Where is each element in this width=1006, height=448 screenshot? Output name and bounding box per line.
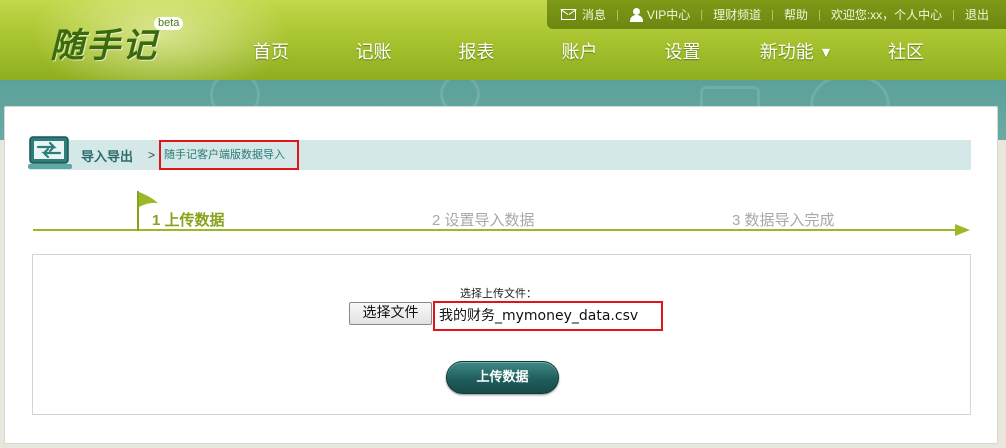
nav-reports[interactable]: 报表: [425, 36, 528, 70]
nav-bookkeeping[interactable]: 记账: [322, 36, 425, 70]
divider: |: [952, 8, 956, 21]
choose-file-button[interactable]: 选择文件: [349, 302, 432, 325]
nav-home[interactable]: 首页: [220, 36, 322, 70]
step-upload: 1 上传数据: [152, 212, 225, 229]
logout-link[interactable]: 退出: [965, 6, 989, 23]
nav-accounts[interactable]: 账户: [528, 36, 631, 70]
help-link[interactable]: 帮助: [784, 6, 808, 23]
welcome-link[interactable]: 欢迎您:xx，个人中心: [831, 6, 942, 23]
logo[interactable]: 随手记 beta: [50, 14, 190, 66]
divider: |: [817, 8, 821, 21]
nav-new-features[interactable]: 新功能 ▼: [734, 36, 856, 70]
messages-label: 消息: [582, 8, 607, 22]
arrow-right-icon: [955, 224, 970, 236]
caret-down-icon: ▼: [821, 46, 831, 59]
nav-community[interactable]: 社区: [856, 36, 956, 70]
app-header: 随手记 beta 消息 | VIP中心 | 理财频道 | 帮助 | 欢迎您:xx…: [0, 0, 1006, 80]
vip-link[interactable]: VIP中心: [629, 6, 690, 23]
breadcrumb-separator: >: [148, 148, 156, 162]
upload-label: 选择上传文件：: [460, 287, 537, 300]
top-utility-bar: 消息 | VIP中心 | 理财频道 | 帮助 | 欢迎您:xx，个人中心 | 退…: [547, 0, 1006, 29]
main-nav: 首页 记账 报表 账户 设置 新功能 ▼ 社区: [220, 36, 956, 70]
divider: |: [771, 8, 774, 21]
logo-text: 随手记: [50, 26, 158, 66]
nav-new-features-label: 新功能: [759, 42, 814, 63]
breadcrumb-title[interactable]: 导入导出: [81, 146, 133, 165]
mail-icon: [561, 9, 576, 20]
messages-link[interactable]: 消息: [561, 6, 606, 23]
finance-link[interactable]: 理财频道: [713, 6, 761, 23]
breadcrumb-current[interactable]: 随手记客户端版数据导入: [159, 140, 299, 170]
vip-label: VIP中心: [646, 8, 691, 22]
divider: |: [700, 8, 704, 21]
nav-settings[interactable]: 设置: [631, 36, 734, 70]
beta-badge: beta: [154, 17, 184, 30]
upload-data-button[interactable]: 上传数据: [446, 361, 559, 394]
selected-file-name: 我的财务_mymoney_data.csv: [433, 301, 663, 331]
divider: |: [616, 8, 619, 21]
step-configure: 2 设置导入数据: [432, 212, 535, 229]
user-icon: [629, 7, 643, 22]
import-export-icon: [28, 136, 72, 169]
step-complete: 3 数据导入完成: [732, 212, 835, 229]
